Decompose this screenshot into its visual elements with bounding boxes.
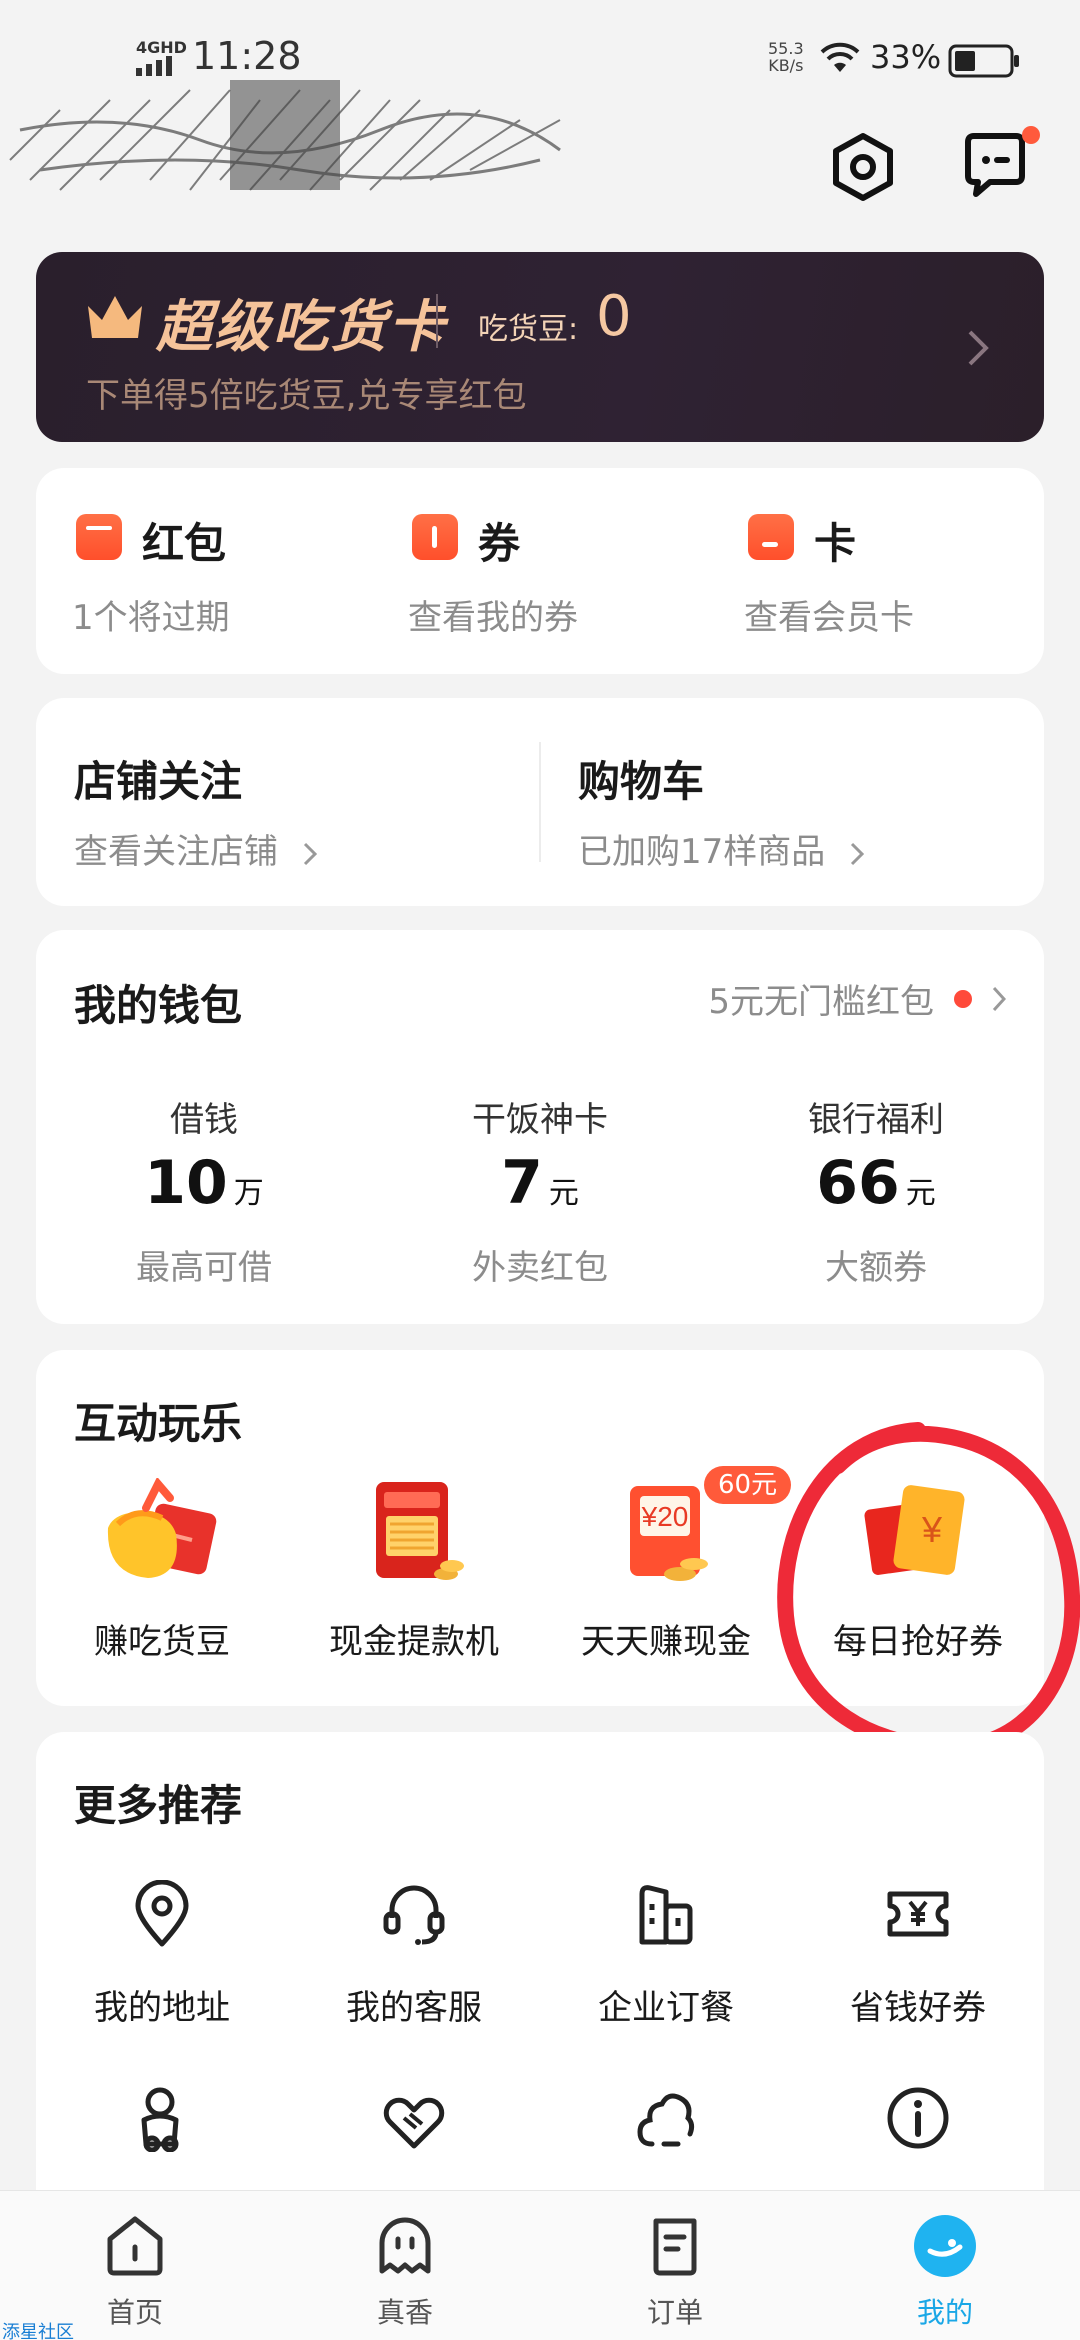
red-packet-icon <box>76 514 122 560</box>
asset-label: 卡 <box>814 519 857 568</box>
coupon-yen-icon <box>887 1891 949 1937</box>
member-card-icon <box>748 514 794 560</box>
asset-label: 红包 <box>142 519 227 568</box>
coupon-icon <box>412 514 458 560</box>
notification-dot <box>1022 126 1040 144</box>
game-daily-cash[interactable]: ¥20 60元 天天赚现金 <box>540 1350 792 1706</box>
more-item-label: 我的客服 <box>346 1988 482 2028</box>
svg-text:¥: ¥ <box>921 1509 943 1550</box>
game-label: 现金提款机 <box>329 1622 499 1662</box>
atm-machine-icon <box>376 1482 464 1580</box>
game-label: 赚吃货豆 <box>94 1622 230 1662</box>
wallet-item-desc: 外卖红包 <box>472 1248 608 1288</box>
shortcut-sub: 查看关注店铺 <box>74 824 317 873</box>
shortcuts-card: 店铺关注 查看关注店铺 购物车 已加购17样商品 <box>36 698 1044 906</box>
wallet-item-bank-benefits[interactable]: 银行福利 66 元 大额券 <box>708 930 1044 1324</box>
member-card-subtitle: 下单得5倍吃货豆,兑专享红包 <box>86 376 527 416</box>
asset-label: 券 <box>478 519 521 568</box>
battery-percent: 33% <box>870 38 942 76</box>
headset-icon <box>383 1885 445 1945</box>
wallet-card: 我的钱包 5元无门槛红包 借钱 10 万 最高可借 干饭神卡 7元 外卖红包 银行… <box>36 930 1044 1324</box>
assets-card: 红包 1个将过期 券 查看我的券 卡 查看会员卡 <box>36 468 1044 674</box>
wallet-item-label: 借钱 <box>170 1100 238 1140</box>
game-label: 每日抢好券 <box>833 1622 1003 1662</box>
nav-label: 我的 <box>916 2296 973 2329</box>
game-label: 天天赚现金 <box>581 1622 751 1662</box>
battery-icon <box>948 44 1019 78</box>
svg-text:¥20: ¥20 <box>641 1501 689 1532</box>
more-item-label: 企业订餐 <box>598 1988 734 2028</box>
wallet-item-value: 7元 <box>501 1148 579 1218</box>
wallet-item-value: 66 元 <box>816 1148 936 1218</box>
asset-sub: 1个将过期 <box>72 598 230 638</box>
shopping-cart[interactable]: 购物车 已加购17样商品 <box>540 698 1044 906</box>
scooter-icon <box>141 2087 179 2152</box>
watermark: 添星社区 <box>2 2322 74 2340</box>
shortcut-title: 购物车 <box>578 757 705 806</box>
shortcut-title: 店铺关注 <box>74 757 243 806</box>
wallet-item-label: 银行福利 <box>808 1100 944 1140</box>
wallet-item-value: 10 万 <box>144 1148 264 1218</box>
wallet-item-loan[interactable]: 借钱 10 万 最高可借 <box>36 930 372 1324</box>
coupon-ticket-icon: ¥ <box>864 1485 965 1575</box>
nav-zhenxiang[interactable]: 真香 <box>270 2191 540 2340</box>
game-cash-atm[interactable]: 现金提款机 <box>288 1350 540 1706</box>
chevron-right-icon <box>851 842 865 865</box>
wallet-item-desc: 大额券 <box>825 1248 927 1288</box>
profile-icon <box>914 2215 976 2277</box>
game-earn-beans[interactable]: 赚吃货豆 <box>36 1350 288 1706</box>
more-item-customer-service[interactable]: 我的客服 <box>288 1880 540 2070</box>
shortcut-sub: 已加购17样商品 <box>578 824 865 873</box>
nav-label: 真香 <box>376 2296 433 2329</box>
bean-bag-icon <box>107 1478 217 1578</box>
order-list-icon <box>653 2218 697 2276</box>
wifi-icon <box>820 42 860 72</box>
divider <box>436 294 438 348</box>
asset-coupons[interactable]: 券 查看我的券 <box>372 468 702 674</box>
asset-red-packet[interactable]: 红包 1个将过期 <box>36 468 366 674</box>
network-speed: 55.3 KB/s <box>768 39 804 75</box>
handshake-icon <box>383 2097 445 2149</box>
more-item-address[interactable]: 我的地址 <box>36 1880 288 2070</box>
more-title: 更多推荐 <box>74 1781 243 1830</box>
super-foodie-card-banner[interactable]: 超级吃货卡 吃货豆: 0 下单得5倍吃货豆,兑专享红包 <box>36 252 1044 442</box>
more-item-saving-coupons[interactable]: 省钱好券 <box>792 1880 1044 2070</box>
nav-mine[interactable]: 我的 <box>810 2191 1080 2340</box>
settings-button[interactable] <box>826 130 900 204</box>
info-icon <box>887 2087 949 2149</box>
network-type: 4GHD <box>136 38 187 57</box>
member-card-title: 超级吃货卡 <box>156 295 446 360</box>
redacted-username <box>9 80 561 191</box>
more-item-label: 省钱好券 <box>850 1988 986 2028</box>
settings-hexagon-icon <box>833 133 893 201</box>
bottom-navigation: 首页 真香 订单 我的 <box>0 2190 1080 2340</box>
asset-cards[interactable]: 卡 查看会员卡 <box>708 468 1038 674</box>
beans-label: 吃货豆: <box>478 312 579 347</box>
more-item-enterprise-order[interactable]: 企业订餐 <box>540 1880 792 2070</box>
ghost-face-icon <box>379 2217 431 2274</box>
nav-label: 订单 <box>646 2296 703 2329</box>
wallet-item-meal-card[interactable]: 干饭神卡 7元 外卖红包 <box>372 930 708 1324</box>
cloud-icon <box>637 2093 695 2147</box>
wallet-item-desc: 最高可借 <box>136 1248 272 1288</box>
nav-orders[interactable]: 订单 <box>540 2191 810 2340</box>
beans-value: 0 <box>596 284 632 349</box>
game-daily-coupons[interactable]: ¥ 每日抢好券 <box>792 1350 1044 1706</box>
building-icon <box>639 1885 693 1945</box>
home-icon <box>107 2216 163 2276</box>
asset-sub: 查看会员卡 <box>744 598 914 638</box>
interactive-fun-card: 互动玩乐 赚吃货豆 现金提款机 ¥20 60元 天天赚现金 ¥ 每日抢好券 <box>36 1350 1044 1706</box>
chevron-right-icon <box>968 330 989 366</box>
asset-sub: 查看我的券 <box>408 598 578 638</box>
location-pin-icon <box>135 1880 189 1947</box>
wallet-item-label: 干饭神卡 <box>472 1100 608 1140</box>
chevron-right-icon <box>303 842 317 865</box>
more-item-label: 我的地址 <box>94 1988 230 2028</box>
followed-stores[interactable]: 店铺关注 查看关注店铺 <box>36 698 540 906</box>
game-badge: 60元 <box>704 1466 792 1504</box>
crown-icon <box>88 296 142 338</box>
